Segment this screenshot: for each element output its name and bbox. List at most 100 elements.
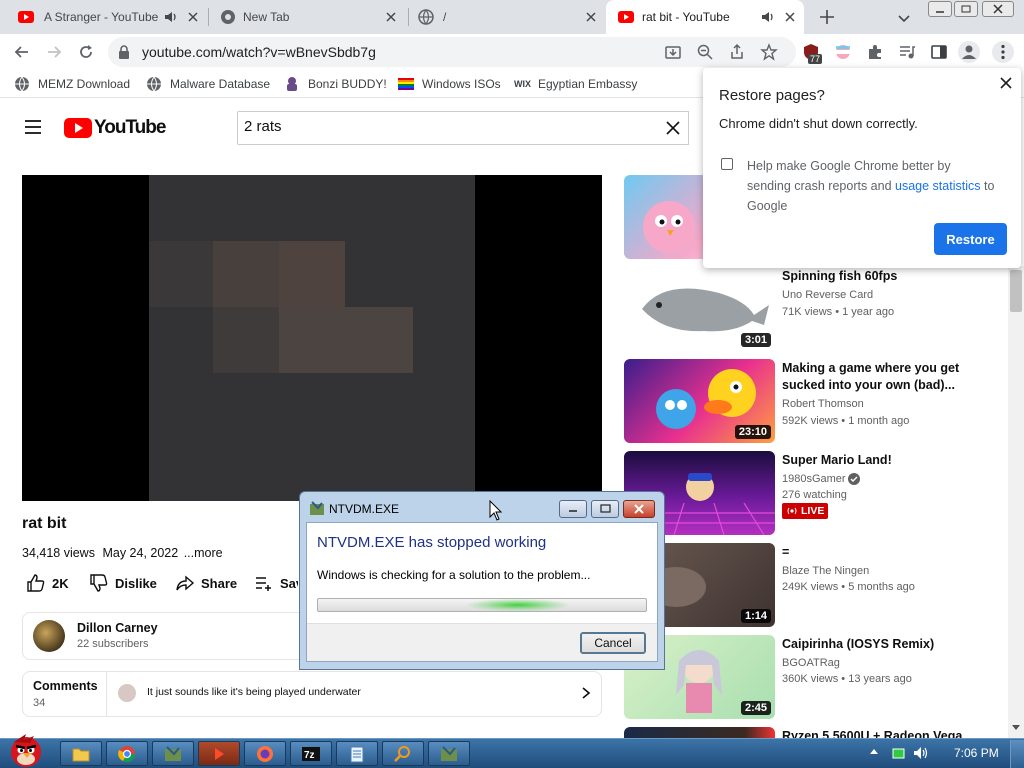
restore-window-button[interactable] — [954, 1, 978, 17]
show-desktop-button[interactable] — [1010, 740, 1024, 768]
bookmark-memz[interactable]: MEMZ Download — [14, 76, 130, 92]
taskbar-chrome[interactable] — [106, 741, 148, 766]
scroll-down-arrow-icon[interactable] — [1011, 722, 1021, 732]
install-app-icon[interactable] — [664, 43, 684, 63]
tab-a-stranger[interactable]: A Stranger - YouTube — [0, 0, 206, 34]
cancel-button[interactable]: Cancel — [580, 632, 646, 654]
thumbnail-game-video[interactable]: 23:10 — [624, 359, 775, 443]
search-query[interactable]: 2 rats — [244, 118, 282, 135]
channel-card[interactable] — [22, 612, 312, 660]
tab-title: rat bit - YouTube — [642, 10, 730, 24]
recommended-title[interactable]: Ryzen 5 5600U + Radeon Vega — [782, 728, 972, 738]
search-input[interactable] — [237, 111, 689, 145]
more-menu-icon[interactable] — [992, 41, 1014, 63]
taskbar-ntvdm[interactable] — [152, 741, 194, 766]
taskbar-explorer[interactable] — [60, 741, 102, 766]
recommended-title[interactable]: = — [782, 544, 972, 561]
recommended-channel[interactable]: Uno Reverse Card — [782, 289, 873, 301]
comments-label: Comments — [33, 679, 98, 693]
minimize-window-button[interactable] — [928, 1, 952, 17]
video-description-summary[interactable]: 34,418 views May 24, 2022 ...more — [22, 546, 223, 560]
tab-new-tab[interactable]: New Tab — [208, 0, 408, 34]
new-tab-button[interactable] — [818, 8, 836, 26]
show-hidden-icons-icon[interactable] — [869, 747, 879, 757]
speaker-icon[interactable] — [761, 10, 775, 24]
dialog-maximize-button[interactable] — [591, 500, 619, 518]
recommended-title[interactable]: Making a game where you get sucked into … — [782, 360, 972, 394]
dialog-message: Windows is checking for a solution to th… — [317, 568, 591, 582]
tab-search-chevron-down-icon[interactable] — [896, 10, 912, 26]
share-label: Share — [201, 575, 238, 591]
pride-flag-extension-icon[interactable] — [834, 43, 854, 63]
usage-statistics-link[interactable]: usage statistics — [895, 179, 980, 193]
bookmark-bonzi-buddy[interactable]: Bonzi BUDDY! — [284, 76, 387, 92]
bookmark-egyptian-embassy[interactable]: WIX Egyptian Embassy — [514, 76, 637, 92]
volume-icon[interactable] — [913, 745, 929, 761]
bookmark-malware-database[interactable]: Malware Database — [146, 76, 270, 92]
tab-slash[interactable]: / — [408, 0, 606, 34]
video-player[interactable] — [22, 175, 602, 501]
close-window-button[interactable] — [982, 1, 1014, 17]
recommended-channel[interactable]: BGOATRag — [782, 657, 840, 669]
close-tab-icon[interactable] — [783, 10, 797, 24]
scrollbar-thumb[interactable] — [1010, 270, 1022, 312]
extensions-puzzle-icon[interactable] — [866, 43, 886, 63]
side-panel-icon[interactable] — [930, 43, 950, 63]
battery-icon[interactable] — [892, 746, 906, 760]
recommended-title[interactable]: Super Mario Land! — [782, 452, 972, 469]
dislike-button[interactable]: Dislike — [89, 572, 157, 594]
chevron-right-icon[interactable] — [580, 686, 592, 700]
dialog-close-button[interactable] — [623, 500, 655, 518]
taskbar-firefox[interactable] — [244, 741, 286, 766]
youtube-logo-icon[interactable] — [64, 118, 92, 138]
close-tab-icon[interactable] — [584, 10, 598, 24]
back-arrow-icon[interactable] — [12, 42, 32, 62]
tab-rat-bit[interactable]: rat bit - YouTube — [606, 0, 804, 34]
bookmark-windows-isos[interactable]: Windows ISOs — [398, 76, 501, 92]
restore-button[interactable]: Restore — [934, 223, 1007, 255]
taskbar-7zip[interactable]: 7z — [290, 741, 332, 766]
url-text[interactable]: youtube.com/watch?v=wBnevSbdb7g — [142, 44, 376, 60]
recommended-channel[interactable]: Blaze The Ningen — [782, 565, 869, 577]
hamburger-menu-icon[interactable] — [24, 119, 42, 135]
taskbar-ntvdm-2[interactable] — [428, 741, 470, 766]
channel-avatar[interactable] — [33, 620, 65, 652]
profile-avatar[interactable] — [958, 41, 980, 63]
speaker-icon[interactable] — [164, 10, 178, 24]
channel-name[interactable]: Dillon Carney — [77, 621, 158, 635]
clear-search-icon[interactable] — [666, 121, 680, 135]
mouse-cursor-icon — [489, 500, 503, 522]
tab-title: New Tab — [243, 10, 290, 24]
taskbar-notepad[interactable] — [336, 741, 378, 766]
forward-arrow-icon[interactable] — [44, 42, 64, 62]
reload-icon[interactable] — [76, 42, 96, 62]
close-popup-icon[interactable] — [999, 76, 1013, 90]
youtube-logo-text[interactable]: YouTube — [94, 117, 166, 139]
dialog-minimize-button[interactable] — [559, 500, 587, 518]
recommended-title[interactable]: Spinning fish 60fps — [782, 268, 972, 285]
bookmark-star-icon[interactable] — [760, 43, 780, 63]
start-button-angry-bird-icon[interactable] — [4, 732, 48, 768]
share-button[interactable]: Share — [175, 572, 237, 594]
recommended-channel[interactable]: 1980sGamer — [782, 473, 846, 485]
share-page-icon[interactable] — [728, 43, 748, 63]
thumbnail-ryzen[interactable] — [624, 727, 775, 738]
page-scrollbar[interactable] — [1008, 266, 1024, 738]
recommended-title[interactable]: Caipirinha (IOSYS Remix) — [782, 636, 972, 653]
close-tab-icon[interactable] — [384, 10, 398, 24]
like-button[interactable]: 2K — [26, 572, 69, 594]
tab-title: / — [443, 10, 447, 24]
taskbar-clock[interactable]: 7:06 PM — [954, 746, 999, 760]
bookmark-label: MEMZ Download — [38, 77, 131, 91]
zoom-icon[interactable] — [696, 43, 716, 63]
taskbar-search[interactable] — [382, 741, 424, 766]
media-control-icon[interactable] — [898, 43, 918, 63]
thumbnail-spinning-fish[interactable]: 3:01 — [624, 267, 775, 351]
save-button[interactable]: Save — [254, 572, 298, 594]
crash-report-checkbox[interactable] — [721, 158, 733, 170]
close-tab-icon[interactable] — [186, 10, 200, 24]
taskbar-media-player[interactable] — [198, 741, 240, 766]
more-link[interactable]: ...more — [184, 546, 223, 560]
recommended-channel[interactable]: Robert Thomson — [782, 398, 864, 410]
lock-icon[interactable] — [118, 45, 130, 59]
